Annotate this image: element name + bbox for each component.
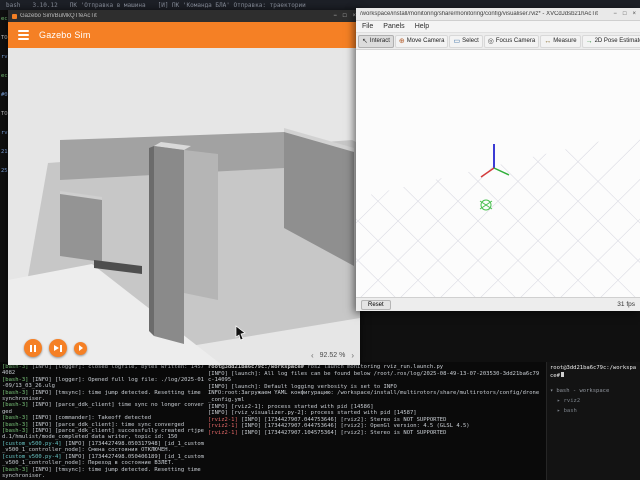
tool-label: Interact: [369, 38, 390, 44]
terminal-list-item[interactable]: ▸ rviz2: [550, 398, 637, 405]
y-axis: [493, 167, 510, 176]
terminal-list-title: bash - workspace: [556, 388, 610, 394]
minimize-icon[interactable]: −: [613, 11, 617, 17]
gazebo-window-title: Gazebo Sim/BuMkQTfeAcTit: [20, 13, 97, 19]
log-line: [INFO] [launch]: Default logging verbosi…: [208, 383, 397, 390]
rviz-titlebar[interactable]: /workspace/install/monitoring/share/moni…: [356, 8, 640, 21]
terminal-pane-right[interactable]: root@3dd21ba6c79c:/workspace# ▾ bash - w…: [546, 362, 640, 480]
log-line: [rviz2-1] [INFO] [1734427907.044753646] …: [208, 423, 470, 430]
terminal-pane-left[interactable]: [bash-3] [INFO] [logger]: closed logfile…: [2, 364, 204, 478]
menu-panels[interactable]: Panels: [383, 23, 404, 30]
select-box-icon: ▭: [453, 37, 461, 45]
play-icon: [78, 345, 83, 351]
measure-tool-button[interactable]: ↔ Measure: [540, 34, 581, 48]
inner-wall: [184, 150, 218, 300]
rviz-3d-scene: [356, 50, 640, 297]
menu-file[interactable]: File: [362, 23, 373, 30]
left-low-wall: [60, 194, 102, 262]
pause-icon: [30, 344, 36, 352]
log-line: [custom_v500.py-4] [INFO] [1734427498.05…: [2, 453, 204, 467]
pose-estimate-tool-button[interactable]: → 2D Pose Estimate: [581, 34, 640, 48]
shell-prompt: root@3dd21ba6c79c:/workspace#: [550, 365, 637, 379]
log-line: [rviz2-1] [INFO] [1734427907.104575364] …: [208, 429, 447, 436]
terminal-list-item[interactable]: ▸ bash: [550, 408, 637, 415]
log-line: [INFO] [launch]: All log files can be fo…: [208, 370, 540, 384]
main-wall-side-edge: [149, 146, 154, 336]
gazebo-3d-viewport[interactable]: ‹ 92.52 % ›: [8, 48, 360, 365]
pose-arrow-icon: →: [585, 37, 593, 45]
rviz-menubar: File Panels Help: [356, 21, 640, 33]
tool-label: Move Camera: [406, 38, 445, 44]
tool-label: 2D Pose Estimate: [594, 38, 640, 44]
terminal-pane-middle[interactable]: root@3dd21ba6c79c:/workspace# ros2 launc…: [208, 364, 542, 478]
log-line: [rviz2-1] [INFO] [1734427907.044753646] …: [208, 416, 447, 423]
gazebo-window: Gazebo Sim/BuMkQTfeAcTit − □ × Gazebo Si…: [8, 10, 360, 365]
x-axis: [480, 167, 495, 178]
drone-marker: [479, 199, 493, 211]
interact-cursor-icon: ↖: [362, 37, 368, 45]
log-line: [INFO] [rviz2-1]: process started with p…: [208, 403, 374, 410]
status-segment: bash: [6, 1, 21, 9]
rviz-statusbar: Reset 31 fps: [356, 297, 640, 311]
focus-camera-tool-button[interactable]: ◎ Focus Camera: [483, 34, 540, 48]
maximize-icon[interactable]: □: [343, 13, 347, 19]
rviz-window-title: /workspace/install/monitoring/share/moni…: [360, 11, 598, 17]
select-tool-button[interactable]: ▭ Select: [449, 34, 483, 48]
gazebo-titlebar[interactable]: Gazebo Sim/BuMkQTfeAcTit − □ ×: [8, 10, 360, 22]
status-segment: 3.10.12: [32, 1, 58, 9]
gazebo-app-icon: [12, 13, 17, 19]
log-line: [bash-3] [INFO] [parce_ddk_client] succe…: [2, 428, 204, 441]
interact-tool-button[interactable]: ↖ Interact: [358, 34, 394, 48]
step-forward-icon: [54, 344, 62, 352]
log-line: [bash-3] [INFO] [tmsync]: time jump dete…: [2, 389, 201, 403]
status-segment: ПК 'Отправка в машина: [69, 1, 146, 9]
main-wall: [154, 146, 184, 344]
chevron-down-icon: ▾: [550, 388, 554, 394]
rviz-toolbar: ↖ Interact ⊕ Move Camera ▭ Select ◎ Focu…: [356, 33, 640, 50]
tool-label: Focus Camera: [495, 38, 536, 44]
rviz-3d-viewport[interactable]: [356, 50, 640, 297]
log-line: [bash-3] [INFO] [logger]: Opened full lo…: [2, 376, 204, 390]
log-line: [INFO] [rviz_visualizer.py-2]: process s…: [208, 410, 417, 417]
tool-label: Measure: [553, 38, 577, 44]
menu-help[interactable]: Help: [415, 23, 429, 30]
log-line: [bash-3] [INFO] [tmsync]: time jump dete…: [2, 466, 201, 479]
reset-button[interactable]: Reset: [361, 299, 391, 310]
desktop: { "top_bar": { "segments": ["bash", "3.1…: [0, 0, 640, 480]
rviz-window: /workspace/install/monitoring/share/moni…: [356, 8, 640, 311]
terminal-panel: [bash-3] [INFO] [logger]: closed logfile…: [0, 362, 640, 480]
step-button[interactable]: [49, 339, 67, 357]
tool-label: Select: [462, 38, 479, 44]
close-icon[interactable]: ×: [632, 11, 636, 17]
rtf-prev-icon[interactable]: ‹: [311, 351, 314, 360]
focus-camera-icon: ◎: [487, 37, 494, 45]
log-line: [custom_v500.py-4] [INFO] [1734427498.05…: [2, 440, 204, 454]
gazebo-appbar: Gazebo Sim: [8, 22, 360, 48]
text-cursor: [560, 372, 564, 377]
rtf-value: 92.52 %: [319, 352, 346, 359]
gazebo-3d-scene: [8, 48, 360, 365]
log-line: INFO:root:Загружаем YAML конфигурацию: /…: [208, 390, 540, 403]
bullet-icon: ▸: [557, 408, 561, 414]
measure-ruler-icon: ↔: [544, 37, 552, 45]
move-camera-icon: ⊕: [398, 37, 405, 45]
play-button[interactable]: [74, 341, 87, 355]
playback-controls: [24, 339, 87, 357]
minimize-icon[interactable]: −: [333, 13, 337, 19]
move-camera-tool-button[interactable]: ⊕ Move Camera: [394, 34, 449, 48]
log-line: [bash-3] [INFO] [parce_ddk_client] time …: [2, 402, 204, 415]
rtf-next-icon[interactable]: ›: [351, 351, 354, 360]
gazebo-app-title: Gazebo Sim: [39, 30, 91, 40]
status-segment: [И] ПК 'Команда БЛА' Отправка: траектори…: [157, 1, 306, 9]
horizon-mask: [356, 50, 640, 198]
menu-icon[interactable]: [18, 30, 29, 40]
pause-button[interactable]: [24, 339, 42, 357]
log-line: [bash-3] [INFO] [logger]: closed logfile…: [2, 364, 204, 377]
real-time-factor: ‹ 92.52 % ›: [311, 351, 354, 360]
fps-counter: 31 fps: [617, 301, 635, 308]
terminal-list-header[interactable]: ▾ bash - workspace: [550, 388, 637, 395]
maximize-icon[interactable]: □: [623, 11, 627, 17]
bullet-icon: ▸: [557, 398, 561, 404]
